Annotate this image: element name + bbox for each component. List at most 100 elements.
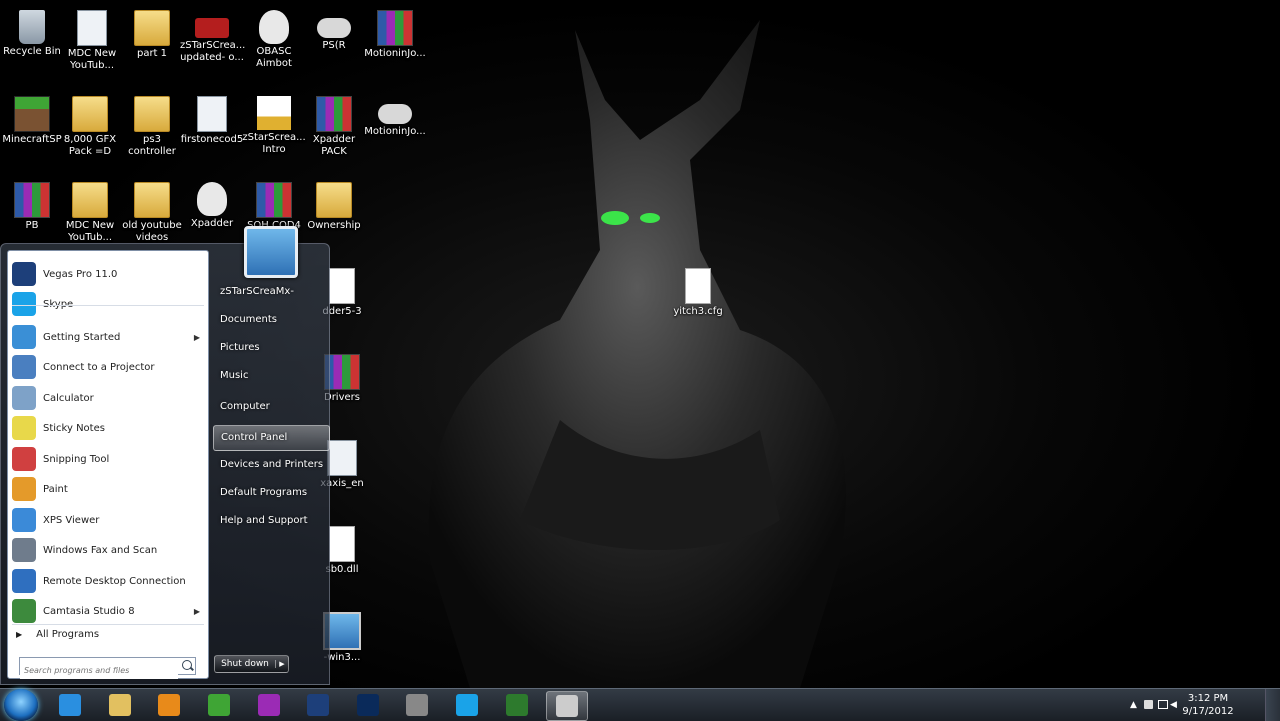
start-program-label: Paint: [43, 483, 68, 495]
show-desktop-button[interactable]: [1265, 689, 1280, 721]
desktop-icon-old-youtube-videos[interactable]: old youtube videos: [120, 178, 184, 244]
taskbar-media-player-button[interactable]: [149, 691, 189, 719]
start-link-help-and-support[interactable]: Help and Support: [213, 509, 328, 533]
desktop-icon-soh-cod4[interactable]: SOH COD4: [242, 178, 306, 232]
doc-icon: [77, 10, 107, 46]
network-icon[interactable]: [1158, 700, 1168, 709]
desktop-icon-label: MDC New YouTub...: [65, 220, 115, 243]
start-program-label: Windows Fax and Scan: [43, 544, 158, 556]
search-input[interactable]: [20, 662, 178, 679]
taskbar-winrar-button[interactable]: [249, 691, 289, 719]
skype-icon: [12, 292, 36, 316]
start-link-computer[interactable]: Computer: [213, 395, 328, 419]
start-program-label: Vegas Pro 11.0: [43, 268, 118, 280]
shutdown-button[interactable]: Shut down ▶: [214, 655, 289, 673]
desktop-icon-label: zStarScrea... Intro: [242, 132, 306, 155]
desktop-icon-mdc-new-youtub[interactable]: MDC New YouTub...: [58, 178, 122, 244]
start-program-snipping-tool[interactable]: Snipping Tool: [8, 444, 208, 474]
clock[interactable]: 3:12 PM 9/17/2012: [1178, 692, 1238, 718]
desktop-icon-label: MDC New YouTub...: [67, 48, 117, 71]
start-link-music[interactable]: Music: [213, 364, 328, 388]
desktop-icon-ps-r[interactable]: PS(R: [302, 6, 366, 52]
taskbar-minecraft-button[interactable]: [199, 691, 239, 719]
desktop-icon-motioninjo[interactable]: MotioninJo...: [363, 6, 427, 60]
start-program-sticky-notes[interactable]: Sticky Notes: [8, 413, 208, 443]
submenu-arrow-icon[interactable]: ▶: [194, 607, 200, 616]
folder-icon: [134, 182, 170, 218]
search-icon[interactable]: [182, 660, 192, 670]
search-box[interactable]: [19, 657, 196, 679]
start-program-skype[interactable]: Skype: [8, 289, 208, 319]
start-button[interactable]: [4, 689, 38, 721]
rar-icon: [377, 10, 413, 46]
user-picture[interactable]: [244, 226, 298, 278]
taskbar-skype-button[interactable]: [447, 691, 487, 719]
desktop-icon-zstarscrea-updated-o[interactable]: zSTarSCrea... updated- o...: [180, 6, 245, 64]
desktop-icon-obasc-aimbot[interactable]: OBASC Aimbot: [242, 6, 306, 70]
desktop-icon-firstonecod5[interactable]: firstonecod5: [180, 92, 244, 146]
camtasia-icon: [506, 694, 528, 716]
desktop-icon-xpadder-pack[interactable]: Xpadder PACK: [302, 92, 366, 158]
calculator-icon: [12, 386, 36, 410]
desktop-icon-label: part 1: [136, 48, 168, 59]
taskbar-camtasia-button[interactable]: [497, 691, 537, 719]
start-program-getting-started[interactable]: Getting Started ▶: [8, 322, 208, 352]
start-program-camtasia-studio-8[interactable]: Camtasia Studio 8 ▶: [8, 596, 208, 626]
start-link-control-panel[interactable]: Control Panel: [213, 425, 330, 451]
start-program-label: Skype: [43, 298, 74, 310]
desktop-icon-ps3-controller[interactable]: ps3 controller: [120, 92, 184, 158]
start-program-vegas-pro-11-0[interactable]: Vegas Pro 11.0: [8, 259, 208, 289]
rar-icon: [14, 182, 50, 218]
start-link-documents[interactable]: Documents: [213, 308, 328, 332]
start-program-remote-desktop-connection[interactable]: Remote Desktop Connection: [8, 566, 208, 596]
start-link-devices-and-printers[interactable]: Devices and Printers: [213, 453, 328, 477]
user-folder-link[interactable]: zSTarSCreaMx-: [213, 280, 328, 304]
desktop-icon-pb[interactable]: PB: [0, 178, 64, 232]
start-link-default-programs[interactable]: Default Programs: [213, 481, 328, 505]
desktop-icon-label: firstonecod5: [180, 134, 244, 145]
folder-icon: [316, 182, 352, 218]
desktop-icon-yitch3-cfg[interactable]: yitch3.cfg: [666, 264, 730, 318]
taskbar-windows-explorer-button[interactable]: [100, 691, 140, 719]
all-programs-button[interactable]: ▶ All Programs: [16, 629, 99, 640]
bin-icon: [19, 10, 45, 44]
desktop: Recycle Bin MDC New YouTub... part 1 zSTarS…: [0, 0, 1280, 688]
paint-icon: [12, 477, 36, 501]
taskbar-internet-explorer-button[interactable]: [50, 691, 90, 719]
arrow-right-icon[interactable]: ▶: [275, 660, 288, 668]
taskbar-pen-tool-button[interactable]: [397, 691, 437, 719]
pad-icon: [378, 104, 412, 124]
desktop-icon-xpadder[interactable]: Xpadder: [180, 178, 244, 230]
action-center-flag-icon[interactable]: [1144, 700, 1153, 709]
shutdown-label: Shut down: [221, 659, 269, 669]
photoshop-icon: [357, 694, 379, 716]
show-hidden-icons-icon[interactable]: ▲: [1130, 700, 1141, 710]
start-program-windows-fax-and-scan[interactable]: Windows Fax and Scan: [8, 535, 208, 565]
taskbar-snipping-tool-button[interactable]: [546, 691, 588, 721]
start-program-label: Snipping Tool: [43, 453, 110, 465]
windows-fax-and-scan-icon: [12, 538, 36, 562]
desktop-icon-zstarscrea-intro[interactable]: zStarScrea... Intro: [242, 92, 306, 156]
start-program-connect-to-a-projector[interactable]: Connect to a Projector: [8, 352, 208, 382]
camtasia-studio-8-icon: [12, 599, 36, 623]
start-program-calculator[interactable]: Calculator: [8, 383, 208, 413]
submenu-arrow-icon[interactable]: ▶: [194, 333, 200, 342]
taskbar-vegas-pro-button[interactable]: [298, 691, 338, 719]
desktop-icon-label: Xpadder PACK: [312, 134, 356, 157]
desktop-icon-part-1[interactable]: part 1: [120, 6, 184, 60]
desktop-icon-label: PS(R: [322, 40, 346, 51]
start-link-pictures[interactable]: Pictures: [213, 336, 328, 360]
start-program-xps-viewer[interactable]: XPS Viewer: [8, 505, 208, 535]
divider: [12, 305, 204, 306]
doc-icon: [197, 96, 227, 132]
desktop-icon-recycle-bin[interactable]: Recycle Bin: [0, 6, 64, 58]
desktop-icon-8-000-gfx-pack-d[interactable]: 8,000 GFX Pack =D: [58, 92, 122, 158]
desktop-icon-minecraftsp[interactable]: MinecraftSP: [0, 92, 64, 146]
start-program-paint[interactable]: Paint: [8, 474, 208, 504]
desktop-icon-ownership[interactable]: Ownership: [302, 178, 366, 232]
desktop-icon-motioninjo[interactable]: MotioninJo...: [363, 92, 427, 138]
taskbar-photoshop-button[interactable]: [348, 691, 388, 719]
vegas-pro-11-0-icon: [12, 262, 36, 286]
skull-icon: [197, 182, 227, 216]
desktop-icon-mdc-new-youtub[interactable]: MDC New YouTub...: [60, 6, 124, 72]
